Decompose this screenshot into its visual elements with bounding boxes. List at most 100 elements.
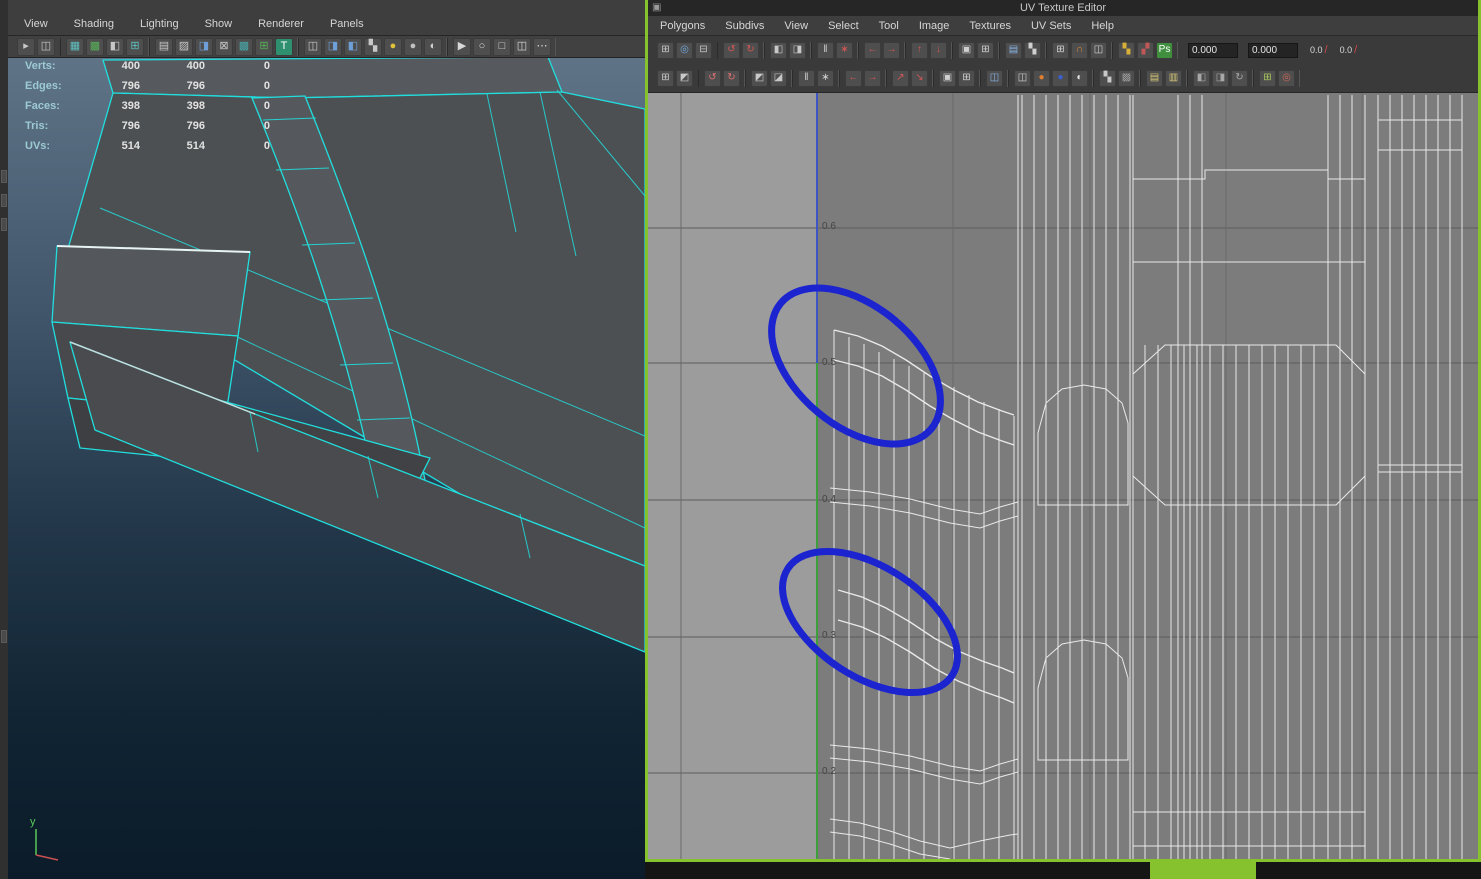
shaded-sphere-icon[interactable]: ◐ <box>424 37 442 56</box>
viewport-menu-show[interactable]: Show <box>205 18 233 30</box>
move-uv-shell-tool-icon[interactable]: ◎ <box>676 41 693 59</box>
translate-manip-icon[interactable]: □ <box>493 37 511 56</box>
uv-menu-subdivs[interactable]: Subdivs <box>725 20 764 32</box>
paste-v-icon[interactable]: ◨ <box>1212 69 1229 87</box>
viewport-menu-view[interactable]: View <box>24 18 48 30</box>
toolbox-partial-icon[interactable] <box>1 218 7 231</box>
layout-region-icon[interactable]: ▣ <box>939 69 956 87</box>
snap-to-curve-icon[interactable]: ▤ <box>155 37 173 56</box>
viewport-panel[interactable]: View Shading Lighting Show Renderer Panels ▸ ◫… <box>0 0 645 879</box>
paste-u-icon[interactable]: ◧ <box>1193 69 1210 87</box>
flip-shell-u-icon[interactable]: ◩ <box>751 69 768 87</box>
uv-titlebar[interactable]: ▣ UV Texture Editor <box>648 0 1478 16</box>
copy-uvs-icon[interactable]: ▤ <box>1146 69 1163 87</box>
layout-uvs-icon[interactable]: ▣ <box>958 41 975 59</box>
psd-network-icon[interactable]: Ps <box>1156 41 1173 59</box>
viewport-menu-renderer[interactable]: Renderer <box>258 18 304 30</box>
gray-material-sphere-icon[interactable]: ● <box>404 37 422 56</box>
toolbox-partial-icon[interactable] <box>1 170 7 183</box>
rotate-uvs-ccw-icon[interactable]: ↺ <box>723 41 740 59</box>
snap-together-icon[interactable]: ↗ <box>892 69 909 87</box>
node-editor-icon[interactable]: ◫ <box>513 37 531 56</box>
rotate-uvs-cw-icon[interactable]: ↻ <box>742 41 759 59</box>
flip-u-icon[interactable]: ◧ <box>770 41 787 59</box>
toolbox-partial-icon[interactable] <box>1 630 7 643</box>
v-coordinate-field[interactable]: 0.000 <box>1248 42 1298 58</box>
align-u-min-icon[interactable]: ← <box>864 41 881 59</box>
uv-menu-tool[interactable]: Tool <box>879 20 899 32</box>
sew-uv-edges-icon[interactable]: ∗ <box>836 41 853 59</box>
select-by-component-icon[interactable]: ◧ <box>106 37 124 56</box>
rotate-shell-cw-icon[interactable]: ↻ <box>723 69 740 87</box>
tweak-uv-tool-icon[interactable]: ⊟ <box>695 41 712 59</box>
red-channel-icon[interactable]: ● <box>1033 69 1050 87</box>
snap-to-plane-icon[interactable]: ◨ <box>195 37 213 56</box>
render-view-icon[interactable]: ⊞ <box>255 37 273 56</box>
checker-map-icon[interactable]: ▚ <box>1099 69 1116 87</box>
uv-menu-view[interactable]: View <box>784 20 808 32</box>
align-v-max-icon[interactable]: ↑ <box>911 41 928 59</box>
uv-menu-select[interactable]: Select <box>828 20 859 32</box>
render-current-icon[interactable]: ◫ <box>304 37 322 56</box>
grid-uvs-icon[interactable]: ⊞ <box>977 41 994 59</box>
texture-editor-icon[interactable]: T <box>275 37 293 56</box>
align-v-min-icon[interactable]: ↓ <box>930 41 947 59</box>
select-by-hierarchy-icon[interactable]: ▦ <box>66 37 84 56</box>
rotate-shell-ccw-icon[interactable]: ↺ <box>704 69 721 87</box>
history-on-icon[interactable]: ▩ <box>235 37 253 56</box>
uv-smudge-tool-icon[interactable]: ⊞ <box>657 69 674 87</box>
rotate-angle-ccw-button[interactable]: 0.0/ <box>1310 44 1328 56</box>
render-settings-icon[interactable]: ◧ <box>344 37 362 56</box>
snap-stack-icon[interactable]: ↘ <box>911 69 928 87</box>
alpha-display-icon[interactable]: ▞ <box>1137 41 1154 59</box>
relax-uvs-icon[interactable]: ∗ <box>817 69 834 87</box>
paint-effects-icon[interactable]: ▚ <box>364 37 382 56</box>
uv-texture-editor-window[interactable]: ▣ UV Texture Editor Polygons Subdivs View S… <box>645 0 1481 862</box>
uv-canvas[interactable]: 0.6 0.5 0.4 0.3 0.2 <box>648 93 1478 859</box>
select-tool-icon[interactable]: ▶ <box>453 37 471 56</box>
u-coordinate-field[interactable]: 0.000 <box>1188 42 1238 58</box>
tile-layout-icon[interactable]: ⊞ <box>958 69 975 87</box>
display-image-icon[interactable]: ▤ <box>1005 41 1022 59</box>
cut-uv-edges-icon[interactable]: ‖ <box>817 41 834 59</box>
viewport-menu-shading[interactable]: Shading <box>74 18 114 30</box>
uv-menu-polygons[interactable]: Polygons <box>660 20 705 32</box>
selection-mode-icon[interactable]: ◫ <box>37 37 55 56</box>
move-shell-left-icon[interactable]: ← <box>845 69 862 87</box>
checker-display-icon[interactable]: ▚ <box>1118 41 1135 59</box>
move-shell-right-icon[interactable]: → <box>864 69 881 87</box>
cycle-uvs-icon[interactable]: ↻ <box>1231 69 1248 87</box>
history-toggle-icon[interactable]: ▸ <box>17 37 35 56</box>
uv-menu-help[interactable]: Help <box>1091 20 1114 32</box>
viewport-menu-panels[interactable]: Panels <box>330 18 364 30</box>
ipr-render-icon[interactable]: ◨ <box>324 37 342 56</box>
pixel-snap-icon[interactable]: ⊞ <box>1052 41 1069 59</box>
grid-toggle-icon[interactable]: ⊞ <box>1259 69 1276 87</box>
paste-uvs-icon[interactable]: ▥ <box>1165 69 1182 87</box>
shell-border-icon[interactable]: ◫ <box>1090 41 1107 59</box>
make-live-icon[interactable]: ⊠ <box>215 37 233 56</box>
uv-menu-image[interactable]: Image <box>919 20 950 32</box>
dither-image-icon[interactable]: ▚ <box>1024 41 1041 59</box>
select-by-object-icon[interactable]: ▩ <box>86 37 104 56</box>
viewport-menu-lighting[interactable]: Lighting <box>140 18 179 30</box>
snap-to-grid-icon[interactable]: ⊞ <box>126 37 144 56</box>
uv-snapshot-icon[interactable]: ◎ <box>1278 69 1295 87</box>
toolbox-partial-icon[interactable] <box>1 194 7 207</box>
flip-v-icon[interactable]: ◨ <box>789 41 806 59</box>
blue-channel-icon[interactable]: ● <box>1052 69 1069 87</box>
magnet-snap-icon[interactable]: ∩ <box>1071 41 1088 59</box>
align-u-max-icon[interactable]: → <box>883 41 900 59</box>
uv-select-shell-icon[interactable]: ◩ <box>676 69 693 87</box>
snap-to-point-icon[interactable]: ▨ <box>175 37 193 56</box>
texture-borders-icon[interactable]: ▩ <box>1118 69 1135 87</box>
uv-lattice-tool-icon[interactable]: ⊞ <box>657 41 674 59</box>
yellow-material-sphere-icon[interactable]: ● <box>384 37 402 56</box>
connections-icon[interactable]: ⋯ <box>533 37 551 56</box>
flip-shell-v-icon[interactable]: ◪ <box>770 69 787 87</box>
rotate-angle-cw-button[interactable]: 0.0/ <box>1340 44 1358 56</box>
unfold-uvs-icon[interactable]: ‖ <box>798 69 815 87</box>
alpha-channel-icon[interactable]: ◐ <box>1071 69 1088 87</box>
uv-menu-uv-sets[interactable]: UV Sets <box>1031 20 1071 32</box>
uv-menu-textures[interactable]: Textures <box>969 20 1011 32</box>
